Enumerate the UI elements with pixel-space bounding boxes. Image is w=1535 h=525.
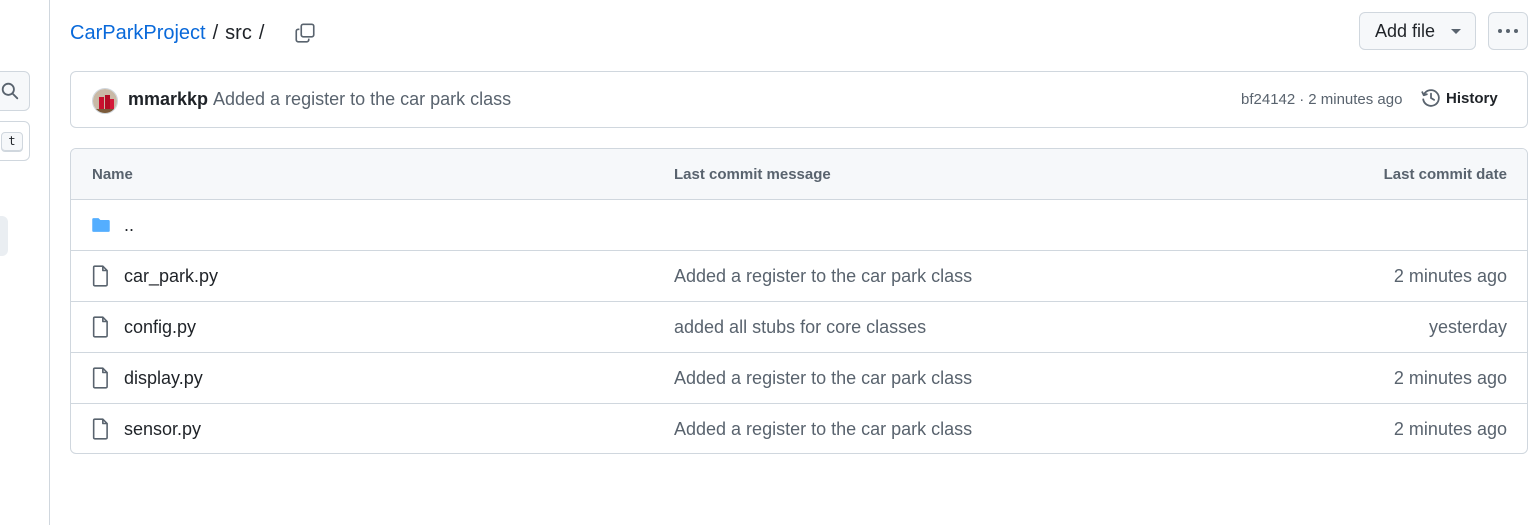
breadcrumb-current-folder: src <box>225 21 252 44</box>
sidebar-active-item[interactable] <box>0 216 8 256</box>
breadcrumb-trailing-separator: / <box>258 21 265 44</box>
commit-message-link[interactable]: Added a register to the car park class <box>213 89 511 110</box>
avatar[interactable] <box>92 88 118 114</box>
file-commit-date: yesterday <box>1428 317 1507 337</box>
file-table: Name Last commit message Last commit dat… <box>70 148 1528 454</box>
go-to-file-button[interactable]: t <box>0 121 30 161</box>
keyboard-shortcut-hint: t <box>1 132 23 152</box>
file-name-link[interactable]: car_park.py <box>124 266 218 287</box>
breadcrumb: CarParkProject / src / <box>70 19 319 47</box>
table-row[interactable]: display.py Added a register to the car p… <box>71 353 1527 404</box>
column-header-name: Name <box>92 166 133 183</box>
file-icon <box>92 367 108 389</box>
table-row[interactable]: sensor.py Added a register to the car pa… <box>71 404 1527 453</box>
add-file-label: Add file <box>1375 20 1436 41</box>
file-name-link[interactable]: sensor.py <box>124 419 201 440</box>
file-commit-message-link[interactable]: Added a register to the car park class <box>674 266 972 287</box>
sidebar: t <box>0 0 50 525</box>
file-commit-date: 2 minutes ago <box>1393 266 1507 286</box>
history-icon <box>1421 89 1440 107</box>
copy-path-button[interactable] <box>291 19 319 47</box>
file-name-link[interactable]: config.py <box>124 317 196 338</box>
file-commit-message-link[interactable]: Added a register to the car park class <box>674 368 972 389</box>
search-button[interactable] <box>0 71 30 111</box>
column-header-message: Last commit message <box>674 166 831 183</box>
commit-sha-link[interactable]: bf24142 <box>1241 91 1295 108</box>
column-header-date: Last commit date <box>1383 166 1507 183</box>
avatar-image <box>93 89 117 113</box>
commit-meta-dot: · <box>1299 91 1305 108</box>
copy-icon <box>295 23 315 43</box>
parent-directory-link[interactable]: .. <box>124 215 134 236</box>
file-icon <box>92 418 108 440</box>
chevron-down-icon <box>1451 29 1461 34</box>
kebab-horizontal-icon <box>1498 29 1518 33</box>
commit-author-link[interactable]: mmarkkp <box>128 89 208 110</box>
table-row[interactable]: car_park.py Added a register to the car … <box>71 251 1527 302</box>
table-row[interactable]: config.py added all stubs for core class… <box>71 302 1527 353</box>
more-options-button[interactable] <box>1488 12 1528 50</box>
history-label: History <box>1446 89 1498 107</box>
file-commit-date: 2 minutes ago <box>1393 419 1507 439</box>
commit-meta: bf24142 · 2 minutes ago <box>1241 91 1402 108</box>
add-file-button[interactable]: Add file <box>1359 12 1476 50</box>
breadcrumb-repo-link[interactable]: CarParkProject <box>70 22 206 45</box>
table-header: Name Last commit message Last commit dat… <box>71 149 1527 200</box>
file-commit-message-link[interactable]: added all stubs for core classes <box>674 317 926 338</box>
file-commit-message-link[interactable]: Added a register to the car park class <box>674 419 972 440</box>
breadcrumb-separator: / <box>212 21 219 44</box>
file-name-link[interactable]: display.py <box>124 368 203 389</box>
file-icon <box>92 316 108 338</box>
file-commit-date: 2 minutes ago <box>1393 368 1507 388</box>
commit-time: 2 minutes ago <box>1308 91 1403 108</box>
parent-directory-row[interactable]: .. <box>71 200 1527 251</box>
latest-commit-box: mmarkkp Added a register to the car park… <box>70 71 1528 128</box>
history-button[interactable]: History <box>1421 88 1498 108</box>
folder-icon <box>92 218 110 232</box>
search-icon <box>1 82 19 100</box>
file-icon <box>92 265 108 287</box>
